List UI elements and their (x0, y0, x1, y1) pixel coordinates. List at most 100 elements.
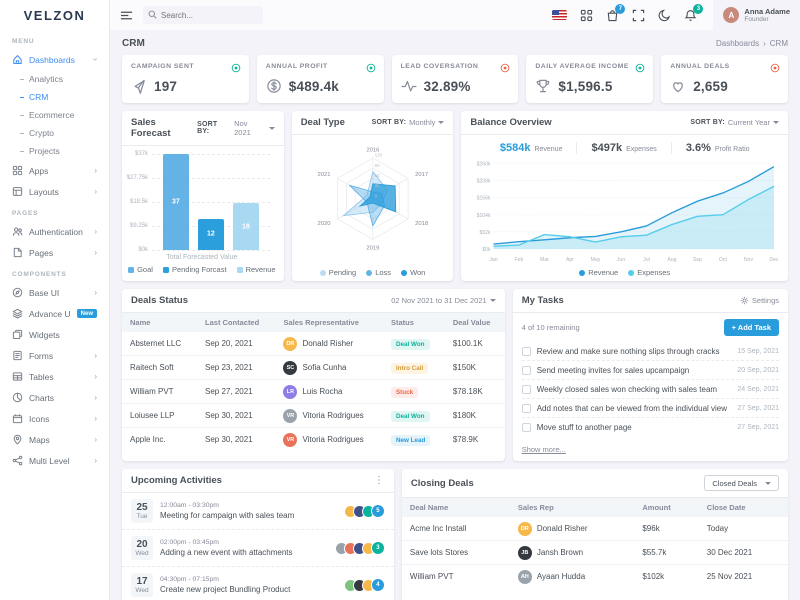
search-input[interactable] (143, 6, 263, 24)
task-checkbox[interactable] (522, 423, 531, 432)
task-checkbox[interactable] (522, 385, 531, 394)
y-axis-tick: $27.75k (127, 175, 148, 181)
legend-item: Pending (320, 268, 357, 277)
x-axis-tick: Jan (490, 257, 498, 263)
sidebar-subitem-projects[interactable]: Projects (0, 142, 109, 160)
task-checkbox[interactable] (522, 347, 531, 356)
breadcrumb-parent[interactable]: Dashboards (716, 39, 759, 48)
fullscreen-icon[interactable] (632, 9, 645, 22)
deal-type-radar-chart: 2016201720182019202020210306090120 Pendi… (292, 135, 454, 281)
status-badge: Deal Won (391, 339, 430, 350)
sidebar-item-base-ui[interactable]: Base UI› (0, 282, 109, 303)
authentication-icon (12, 226, 23, 237)
language-flag-icon[interactable] (552, 10, 567, 20)
column-header: Amount (634, 498, 698, 517)
upcoming-activities-title: Upcoming Activities (131, 475, 222, 486)
sidebar-item-authentication[interactable]: Authentication› (0, 221, 109, 242)
sidebar-subitem-ecommerce[interactable]: Ecommerce (0, 106, 109, 124)
bar-pending-forcast[interactable]: 12 (198, 219, 224, 250)
user-menu[interactable]: A Anna Adame Founder (713, 0, 800, 30)
sidebar-item-maps[interactable]: Maps› (0, 429, 109, 450)
legend-swatch (366, 270, 372, 276)
sidebar-item-layouts[interactable]: Layouts› (0, 181, 109, 202)
sidebar-subitem-analytics[interactable]: Analytics (0, 70, 109, 88)
status-cell: Intro Call (383, 356, 445, 380)
radar-ring-label: 60 (374, 173, 380, 178)
velzon-logo[interactable]: VELZON (0, 0, 109, 30)
more-count-badge[interactable]: 4 (371, 578, 385, 592)
table-row[interactable]: Absternet LLCSep 20, 2021DRDonald Risher… (122, 332, 505, 356)
balance-overview-sort[interactable]: SORT BY: Current Year (690, 118, 779, 127)
table-row[interactable]: William PVTSep 27, 2021LRLuis RochaStuck… (122, 380, 505, 404)
deal-name-cell: Raitech Soft (122, 356, 197, 380)
deal-name-cell: William PVT (122, 380, 197, 404)
dashboards-icon (12, 54, 23, 65)
hamburger-icon[interactable] (120, 9, 133, 22)
bar-revenue[interactable]: 18 (233, 203, 259, 250)
table-row[interactable]: Apple Inc.Sep 30, 2021VRVitoria Rodrigue… (122, 428, 505, 452)
more-count-badge[interactable]: 5 (371, 504, 385, 518)
task-checkbox[interactable] (522, 404, 531, 413)
sidebar-item-apps[interactable]: Apps› (0, 160, 109, 181)
radar-axis-label: 2017 (415, 172, 428, 178)
sidebar-item-multi-level[interactable]: Multi Level› (0, 450, 109, 471)
legend-label: Expenses (637, 268, 670, 277)
more-count-badge[interactable]: 3 (371, 541, 385, 555)
rep-name: Donald Risher (537, 524, 588, 533)
show-more-link[interactable]: Show more... (513, 443, 788, 461)
balance-overview-chart: $584kRevenue$497kExpenses3.6%Profit Rati… (461, 135, 788, 281)
breadcrumb: Dashboards › CRM (716, 39, 788, 48)
closing-deals-card: Closing Deals Closed Deals Deal NameSale… (402, 469, 788, 600)
table-row[interactable]: Raitech SoftSep 23, 2021SCSofia CunhaInt… (122, 356, 505, 380)
sales-forecast-sort[interactable]: SORT BY: Nov 2021 (197, 119, 275, 137)
tasks-settings-button[interactable]: Settings (740, 296, 779, 305)
stat-label: CAMPAIGN SENT (131, 63, 240, 70)
task-text: Review and make sure nothing slips throu… (537, 347, 732, 356)
trend-down-circle-icon (500, 63, 510, 73)
sidebar-item-icons[interactable]: Icons› (0, 408, 109, 429)
stat-label: DAILY AVERAGE INCOME (535, 63, 644, 70)
cart-icon[interactable]: 7 (606, 9, 619, 22)
sidebar-subitem-crm[interactable]: CRM (0, 88, 109, 106)
table-row[interactable]: Loiusee LLPSep 30, 2021VRVitoria Rodrigu… (122, 404, 505, 428)
notifications-bell-icon[interactable]: 3 (684, 9, 697, 22)
add-task-button[interactable]: + Add Task (724, 319, 779, 336)
avatar: VR (283, 409, 297, 423)
charts-icon (12, 392, 23, 403)
kebab-menu-icon[interactable]: ⋮ (374, 475, 385, 486)
activity-title: Create new project Bundling Product (160, 585, 337, 594)
column-header: Deal Name (402, 498, 510, 517)
sidebar-item-charts[interactable]: Charts› (0, 387, 109, 408)
dark-mode-moon-icon[interactable] (658, 9, 671, 22)
sidebar-item-dashboards[interactable]: Dashboards› (0, 49, 109, 70)
table-row[interactable]: Save lots StoresJBJansh Brown$55.7k30 De… (402, 541, 788, 565)
closing-deals-filter[interactable]: Closed Deals (704, 475, 779, 491)
stat-card-lead-coversation: LEAD COVERSATION32.89% (392, 55, 519, 103)
sidebar-item-advance-ui[interactable]: Advance UINew (0, 303, 109, 324)
chevron-right-icon: › (94, 393, 97, 402)
x-axis-tick: Aug (668, 257, 677, 263)
legend-swatch (401, 270, 407, 276)
amount-cell: $102k (634, 565, 698, 589)
column-header: Deal Value (445, 313, 505, 332)
stat-value: 2,659 (693, 79, 728, 94)
deal-name-cell: Acme Inc Install (402, 517, 510, 541)
deal-value-cell: $78.9K (445, 428, 505, 452)
sidebar-item-forms[interactable]: Forms› (0, 345, 109, 366)
sidebar-item-widgets[interactable]: Widgets (0, 324, 109, 345)
bar-goal[interactable]: 37 (163, 154, 189, 250)
sales-rep-cell: VRVitoria Rodrigues (275, 404, 383, 428)
task-checkbox[interactable] (522, 366, 531, 375)
deals-status-daterange[interactable]: 02 Nov 2021 to 31 Dec 2021 (391, 296, 496, 305)
apps-grid-icon[interactable] (580, 9, 593, 22)
y-axis-tick: $104k (477, 213, 491, 219)
add-task-label: Add Task (738, 323, 771, 332)
sidebar-item-pages[interactable]: Pages› (0, 242, 109, 263)
sidebar-item-tables[interactable]: Tables› (0, 366, 109, 387)
sidebar-subitem-crypto[interactable]: Crypto (0, 124, 109, 142)
deal-value-cell: $78.18K (445, 380, 505, 404)
table-row[interactable]: Acme Inc InstallDRDonald Risher$96kToday (402, 517, 788, 541)
sales-rep-cell: JBJansh Brown (510, 541, 635, 565)
deal-type-sort[interactable]: SORT BY: Monthly (372, 118, 445, 127)
table-row[interactable]: William PVTAHAyaan Hudda$102k25 Nov 2021 (402, 565, 788, 589)
